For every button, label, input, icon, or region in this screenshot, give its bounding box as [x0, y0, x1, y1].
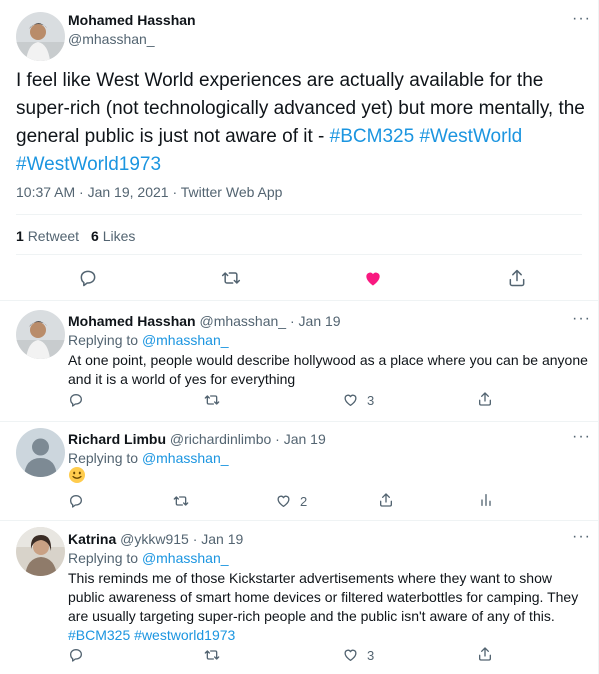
analytics-icon [481, 494, 491, 506]
reply-text: This reminds me of those Kickstarter adv… [68, 569, 588, 645]
reply-icon [80, 270, 96, 287]
main-author-name[interactable]: Mohamed Hasshan [68, 12, 196, 28]
like-icon [344, 394, 357, 406]
retweet-button[interactable] [203, 392, 221, 408]
hashtag-link[interactable]: #BCM325 [330, 126, 415, 147]
retweet-stat[interactable]: 1 Retweet [16, 228, 79, 244]
replying-to-label: Replying to [68, 332, 139, 348]
mention-link[interactable]: @mhasshan_ [142, 450, 229, 466]
retweet-icon [221, 272, 241, 284]
more-icon[interactable]: ··· [572, 311, 591, 327]
reply-icon [70, 495, 82, 508]
reply-author-handle[interactable]: @mhasshan_ [199, 313, 286, 329]
replying-to-line: Replying to @mhasshan_ [68, 550, 229, 566]
like-icon [366, 272, 380, 286]
more-icon[interactable]: ··· [572, 429, 591, 445]
reply-header: Richard Limbu @richardinlimbo · Jan 19 [68, 431, 326, 447]
reply-button[interactable] [68, 392, 84, 408]
more-icon[interactable]: ··· [572, 11, 591, 27]
share-button[interactable] [507, 268, 527, 288]
likes-label: Likes [102, 228, 136, 244]
reply-author-name[interactable]: Richard Limbu [68, 431, 166, 447]
hashtag-link[interactable]: #BCM325 [68, 627, 130, 643]
mention-link[interactable]: @mhasshan_ [142, 332, 229, 348]
like-button[interactable] [362, 268, 384, 288]
reply-header: Mohamed Hasshan @mhasshan_ · Jan 19 [68, 313, 341, 329]
retweet-icon [173, 496, 189, 506]
like-button[interactable]: 3 [342, 647, 374, 663]
divider [0, 421, 599, 422]
reply-text: At one point, people would describe holl… [68, 352, 588, 387]
reply-button[interactable] [68, 647, 84, 663]
reply-author-avatar[interactable] [16, 310, 65, 359]
timeline-column: Mohamed Hasshan @mhasshan_ ··· I feel li… [0, 0, 599, 674]
retweet-label: Retweet [27, 228, 80, 244]
hashtag-link[interactable]: #westworld1973 [134, 627, 235, 643]
share-button[interactable] [477, 646, 493, 662]
share-icon [380, 493, 392, 507]
retweet-button[interactable] [203, 647, 221, 663]
like-button[interactable]: 2 [275, 493, 307, 509]
replying-to-label: Replying to [68, 450, 139, 466]
divider [0, 300, 599, 301]
retweet-count: 1 [16, 228, 24, 244]
like-icon [344, 649, 357, 661]
reply-time[interactable]: Jan 19 [299, 313, 341, 329]
reply-button[interactable] [78, 268, 98, 288]
retweet-button[interactable] [220, 268, 242, 288]
main-author-handle[interactable]: @mhasshan_ [68, 31, 155, 47]
reply-author-name[interactable]: Katrina [68, 531, 116, 547]
divider [16, 214, 582, 215]
main-tweet-text: I feel like West World experiences are a… [16, 67, 586, 179]
mention-link[interactable]: @mhasshan_ [142, 550, 229, 566]
like-count: 3 [367, 392, 375, 408]
retweet-icon [204, 395, 220, 405]
share-icon [509, 269, 525, 287]
reply-time[interactable]: Jan 19 [201, 531, 243, 547]
share-icon [479, 392, 491, 406]
share-button[interactable] [378, 492, 394, 508]
replying-to-label: Replying to [68, 550, 139, 566]
divider [16, 254, 582, 255]
reply-author-handle[interactable]: @ykkw915 [120, 531, 189, 547]
like-count: 2 [300, 493, 308, 509]
reply-author-avatar[interactable] [16, 527, 65, 576]
tweet-timestamp[interactable]: 10:37 AM · Jan 19, 2021 · Twitter Web Ap… [16, 184, 282, 200]
replying-to-line: Replying to @mhasshan_ [68, 332, 229, 348]
dot-separator: · [289, 313, 295, 329]
replying-to-line: Replying to @mhasshan_ [68, 450, 229, 466]
dot-separator: · [192, 531, 198, 547]
more-icon[interactable]: ··· [572, 529, 591, 545]
hashtag-link[interactable]: #WestWorld [419, 126, 522, 147]
likes-stat[interactable]: 6 Likes [91, 228, 135, 244]
reply-button[interactable] [68, 493, 84, 509]
reply-author-avatar[interactable] [16, 428, 65, 477]
like-button[interactable]: 3 [342, 392, 374, 408]
reply-header: Katrina @ykkw915 · Jan 19 [68, 531, 243, 547]
main-tweet-actions [0, 266, 599, 290]
like-count: 3 [367, 647, 375, 663]
reply-icon [70, 649, 82, 662]
reply-time[interactable]: Jan 19 [284, 431, 326, 447]
reply-icon [70, 394, 82, 407]
share-icon [479, 647, 491, 661]
dot-separator: · [275, 431, 280, 447]
retweet-button[interactable] [172, 493, 190, 509]
slightly-smiling-face-emoji [68, 466, 86, 484]
tweet-stats: 1 Retweet 6 Likes [16, 228, 135, 244]
divider [0, 520, 599, 521]
reply-author-name[interactable]: Mohamed Hasshan [68, 313, 196, 329]
main-author-avatar[interactable] [16, 12, 65, 61]
share-button[interactable] [477, 391, 493, 407]
reply-author-handle[interactable]: @richardinlimbo [170, 431, 271, 447]
reply-body: This reminds me of those Kickstarter adv… [68, 570, 579, 624]
like-icon [277, 495, 290, 507]
like-count: 6 [91, 228, 99, 244]
retweet-icon [204, 650, 220, 660]
analytics-button[interactable] [478, 492, 494, 508]
hashtag-link[interactable]: #WestWorld1973 [16, 154, 161, 175]
